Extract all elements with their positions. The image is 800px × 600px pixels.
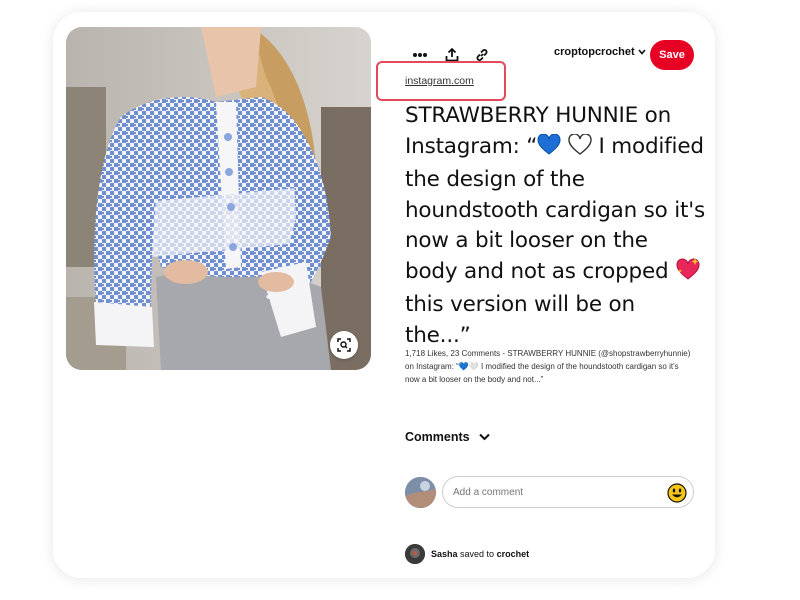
smiley-emoji-icon — [667, 483, 687, 503]
board-name: croptopcrochet — [554, 46, 635, 58]
comments-toggle[interactable]: Comments — [405, 430, 490, 444]
more-horizontal-icon — [413, 53, 427, 57]
source-link[interactable]: instagram.com — [405, 75, 474, 87]
pin-closeup-page: croptopcrochet Save instagram.com STRAWB… — [0, 0, 800, 600]
save-button[interactable]: Save — [650, 40, 694, 70]
pin-title: STRAWBERRY HUNNIE on Instagram: “ I modi… — [405, 101, 705, 351]
saved-by-text: Sasha saved to crochet — [431, 549, 529, 559]
blue-heart-icon — [537, 132, 561, 166]
visual-search-icon — [337, 338, 351, 352]
comment-field — [442, 476, 694, 508]
link-icon — [476, 49, 488, 61]
white-heart-icon — [568, 132, 592, 166]
chevron-down-icon — [638, 49, 646, 55]
sparkling-heart-icon — [675, 257, 701, 291]
pin-description: 1,718 Likes, 23 Comments - STRAWBERRY HU… — [405, 349, 691, 384]
pin-title-part: this version will be on the...” — [405, 292, 635, 348]
visual-search-button[interactable] — [330, 331, 358, 359]
board-selector[interactable]: croptopcrochet — [554, 46, 646, 58]
emoji-button[interactable] — [667, 483, 687, 503]
pin-image[interactable] — [66, 27, 371, 370]
comments-label: Comments — [405, 430, 470, 444]
avatar[interactable] — [405, 477, 436, 508]
share-icon — [445, 48, 459, 62]
comment-input[interactable] — [453, 483, 653, 501]
chevron-down-icon — [478, 433, 490, 441]
saved-action: saved to — [457, 549, 497, 559]
saver-name[interactable]: Sasha — [431, 549, 458, 559]
saved-board-name[interactable]: crochet — [497, 549, 530, 559]
saver-avatar[interactable] — [405, 544, 425, 564]
